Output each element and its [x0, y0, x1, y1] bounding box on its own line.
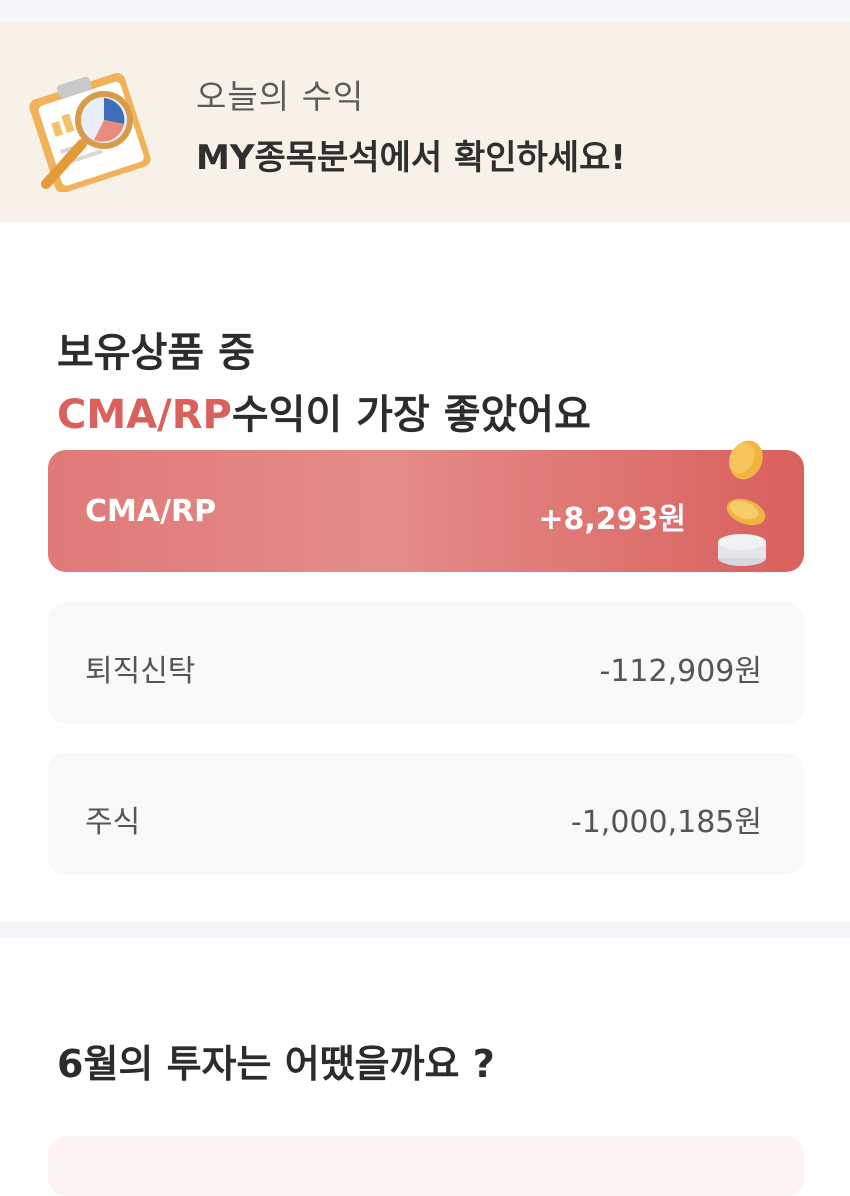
product-name: 주식 [85, 805, 141, 840]
product-name: 퇴직신탁 [85, 654, 196, 689]
best-headline-rest: 수익이 가장 좋았어요 [231, 392, 591, 438]
coins-icon [718, 440, 766, 566]
product-profit: -1,000,185원 [570, 805, 762, 840]
best-headline-accent: CMA/RP [57, 392, 232, 438]
banner-subtitle: 오늘의 수익 [196, 77, 365, 116]
product-name: CMA/RP [85, 494, 217, 529]
product-profit: +8,293원 [538, 502, 686, 537]
clipboard-magnifier-icon [29, 73, 151, 192]
monthly-headline: 6월의 투자는 어땠을까요 ? [57, 1042, 495, 1086]
banner-title: MY종목분석에서 확인하세요! [196, 138, 626, 178]
monthly-summary-card[interactable] [48, 1136, 804, 1196]
top-strip [0, 0, 850, 22]
profit-banner[interactable]: 오늘의 수익 MY종목분석에서 확인하세요! [0, 22, 850, 222]
product-card-stock[interactable]: 주식 -1,000,185원 [48, 753, 804, 875]
best-headline-line2: CMA/RP수익이 가장 좋았어요 [57, 382, 591, 440]
best-product-section: 보유상품 중 CMA/RP수익이 가장 좋았어요 CMA/RP +8,293원 … [0, 222, 850, 922]
product-profit: -112,909원 [599, 654, 762, 689]
product-card-cma-rp[interactable]: CMA/RP +8,293원 [48, 440, 804, 572]
best-headline-line1: 보유상품 중 [57, 330, 255, 376]
product-card-retirement-trust[interactable]: 퇴직신탁 -112,909원 [48, 602, 804, 724]
section-divider [0, 922, 850, 938]
